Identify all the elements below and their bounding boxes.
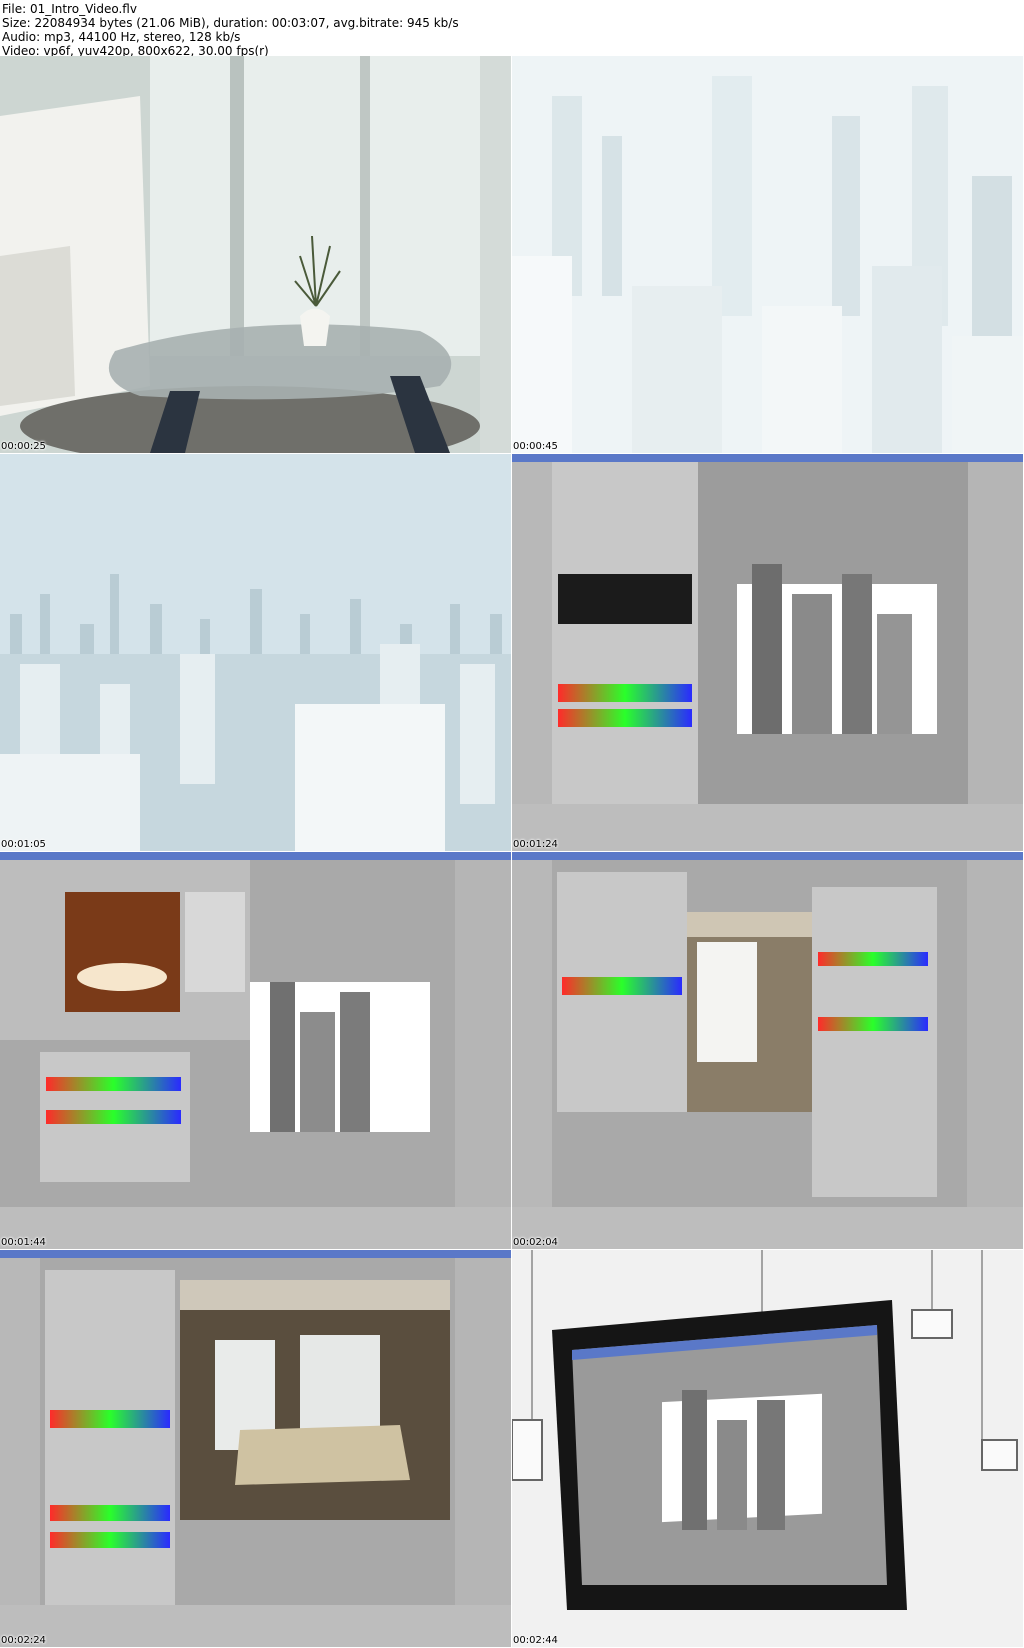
frame-timestamp: 00:01:44 — [1, 1237, 46, 1248]
software-render-city-scene — [512, 454, 1023, 851]
white-city-wide-scene — [0, 454, 511, 851]
frame-timestamp: 00:02:44 — [513, 1635, 558, 1646]
thumbnail-frame-6[interactable]: 00:02:04 — [512, 852, 1023, 1249]
frame-timestamp: 00:02:24 — [1, 1635, 46, 1646]
frame-timestamp: 00:00:45 — [513, 441, 558, 452]
file-name: File: 01_Intro_Video.flv — [2, 2, 137, 16]
thumbnail-frame-7[interactable]: 00:02:24 — [0, 1250, 511, 1647]
thumbnail-frame-2[interactable]: 00:00:45 — [512, 56, 1023, 453]
software-render-sofa-scene — [0, 1250, 511, 1647]
monitor-gallery-scene — [512, 1250, 1023, 1647]
file-size: Size: 22084934 bytes (21.06 MiB), durati… — [2, 16, 459, 30]
thumbnail-grid: 00:00:25 00:00:45 00:01:05 00:01:24 00:0… — [0, 56, 1024, 1648]
interior-table-scene — [0, 56, 511, 453]
audio-info: Audio: mp3, 44100 Hz, stereo, 128 kb/s — [2, 30, 241, 44]
software-render-room-scene — [512, 852, 1023, 1249]
thumbnail-frame-1[interactable]: 00:00:25 — [0, 56, 511, 453]
file-info-header: File: 01_Intro_Video.flv Size: 22084934 … — [0, 0, 1024, 58]
frame-timestamp: 00:00:25 — [1, 441, 46, 452]
software-render-light-scene — [0, 852, 511, 1249]
frame-timestamp: 00:01:24 — [513, 839, 558, 850]
frame-timestamp: 00:01:05 — [1, 839, 46, 850]
white-city-close-scene — [512, 56, 1023, 453]
thumbnail-frame-8[interactable]: 00:02:44 — [512, 1250, 1023, 1647]
frame-timestamp: 00:02:04 — [513, 1237, 558, 1248]
thumbnail-frame-3[interactable]: 00:01:05 — [0, 454, 511, 851]
thumbnail-frame-4[interactable]: 00:01:24 — [512, 454, 1023, 851]
thumbnail-frame-5[interactable]: 00:01:44 — [0, 852, 511, 1249]
